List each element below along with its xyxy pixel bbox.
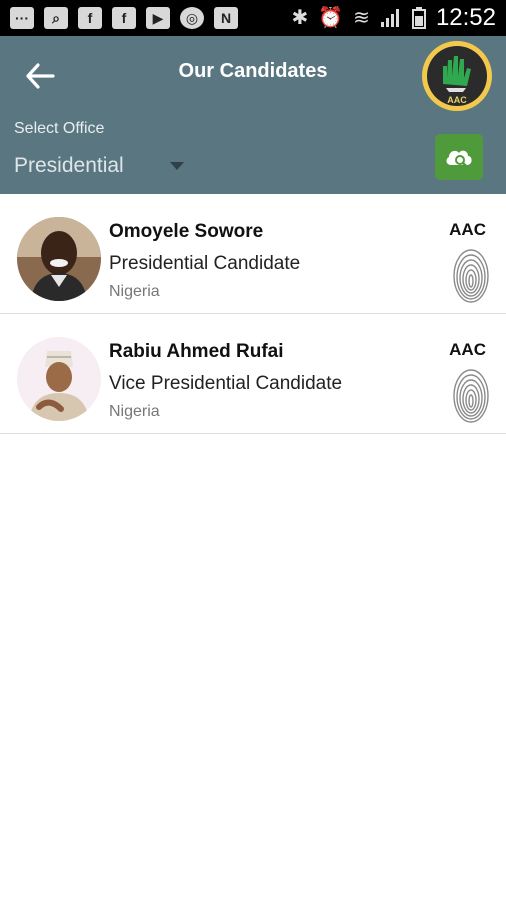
- candidate-name: Rabiu Ahmed Rufai: [109, 341, 284, 362]
- search-app-icon: ⌕: [44, 7, 68, 29]
- news-icon: N: [214, 7, 238, 29]
- app-header: Our Candidates AAC Select Office Preside…: [0, 36, 506, 194]
- candidate-list: Omoyele Sowore Presidential Candidate Ni…: [0, 194, 506, 434]
- cloud-search-icon: [446, 150, 472, 168]
- candidate-name: Omoyele Sowore: [109, 221, 264, 242]
- wifi-icon: ≋: [353, 7, 370, 29]
- signal-icon: [380, 9, 399, 27]
- candidate-country: Nigeria: [109, 283, 160, 300]
- candidate-role: Presidential Candidate: [109, 253, 301, 274]
- office-selected-value: Presidential: [14, 154, 124, 177]
- clock-time: 12:52: [435, 4, 496, 31]
- system-icons: ✱ ⏰ ≋ 12:52: [292, 4, 497, 32]
- party-badge: AAC: [449, 340, 486, 359]
- facebook-icon: f: [78, 7, 102, 29]
- facebook-icon: f: [112, 7, 136, 29]
- list-item[interactable]: Omoyele Sowore Presidential Candidate Ni…: [0, 194, 506, 314]
- fingerprint-icon[interactable]: [452, 368, 490, 424]
- message-icon: ···: [10, 7, 34, 29]
- svg-text:AAC: AAC: [447, 95, 467, 105]
- party-logo: AAC: [422, 41, 492, 111]
- candidate-avatar: [17, 217, 101, 301]
- battery-icon: [411, 7, 426, 29]
- alarm-icon: ⏰: [318, 7, 344, 29]
- bluetooth-icon: ✱: [291, 7, 309, 29]
- chrome-icon: ◎: [180, 7, 204, 29]
- notification-icons: ··· ⌕ f f ▶ ◎ N: [10, 7, 238, 29]
- party-badge: AAC: [449, 220, 486, 239]
- select-office-label: Select Office: [14, 120, 105, 137]
- cloud-search-button[interactable]: [435, 134, 483, 180]
- list-item[interactable]: Rabiu Ahmed Rufai Vice Presidential Cand…: [0, 314, 506, 434]
- youtube-icon: ▶: [146, 7, 170, 29]
- candidate-role: Vice Presidential Candidate: [109, 373, 343, 394]
- office-dropdown[interactable]: Presidential: [14, 150, 194, 182]
- status-bar: ··· ⌕ f f ▶ ◎ N ✱ ⏰ ≋ 12:52: [0, 0, 506, 36]
- candidate-country: Nigeria: [109, 403, 160, 420]
- dropdown-arrow-icon: [170, 162, 184, 170]
- candidate-avatar: [17, 337, 101, 421]
- fingerprint-icon[interactable]: [452, 248, 490, 304]
